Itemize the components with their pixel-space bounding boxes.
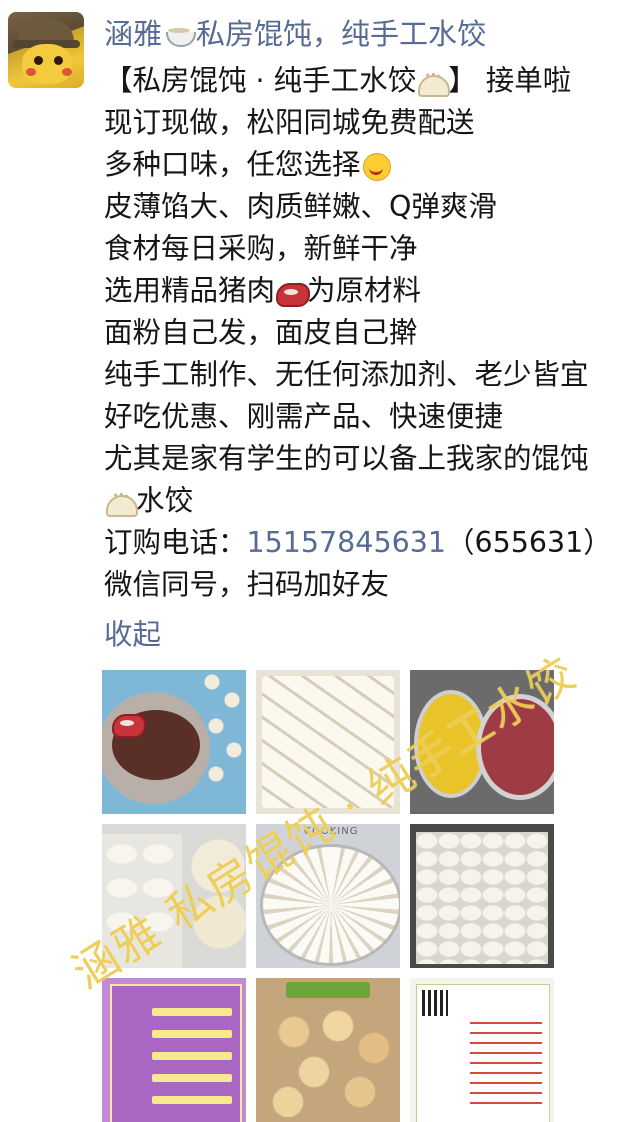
post-line-6-a: 选用精品猪肉 [104, 274, 276, 307]
phone-label: 订购电话： [104, 526, 247, 559]
photo-5-dumpling-plate[interactable]: COOKING [256, 824, 400, 968]
avatar-face [22, 44, 72, 84]
author-avatar[interactable] [8, 12, 84, 88]
qr-code-icon [422, 990, 448, 1016]
photo-7-price-poster[interactable] [102, 978, 246, 1122]
photo-3-mince [476, 694, 554, 800]
post-line-9: 好吃优惠、刚需产品、快速便捷 [104, 400, 504, 433]
bowl-icon [164, 25, 197, 47]
post-line-3-text: 多种口味，任您选择 [104, 148, 361, 181]
post-line-1: 【私房馄饨 · 纯手工水饺】 接单啦 [104, 60, 640, 102]
photo-8-fried-dumplings[interactable] [256, 978, 400, 1122]
author-name-suffix: 私房馄饨，纯手工水饺 [196, 17, 487, 51]
photo-6-dumpling-rows[interactable] [410, 824, 554, 968]
photo-5-plate [260, 844, 400, 966]
avatar-cheek-left [26, 68, 36, 76]
phone-short: （655631） [445, 526, 612, 559]
collapse-link[interactable]: 收起 [104, 614, 161, 656]
yum-smile-icon [362, 153, 392, 181]
photo-1-filling [112, 710, 200, 780]
photo-7-row [152, 1008, 232, 1016]
photo-5-label: COOKING [304, 826, 359, 837]
phone-link[interactable]: 15157845631 [247, 526, 446, 559]
post-line-6-b: 为原材料 [307, 274, 422, 307]
photo-9-price-rows [470, 1022, 542, 1112]
photo-6-tray [416, 832, 548, 964]
post-line-1-a: 【私房馄饨 · 纯手工水饺 [104, 64, 417, 97]
post-line-11: 水饺 [104, 480, 640, 522]
post-line-2: 现订现做，松阳同城免费配送 [104, 106, 475, 139]
photo-8-banner [286, 982, 370, 998]
post-line-7: 面粉自己发，面皮自己擀 [104, 316, 418, 349]
post-line-11-text: 水饺 [136, 484, 194, 517]
author-name-text: 涵雅 [104, 17, 163, 51]
post-line-10: 尤其是家有学生的可以备上我家的馄饨 [104, 442, 589, 475]
post-line-phone: 订购电话：15157845631（655631） [104, 522, 640, 564]
meat-icon [276, 279, 311, 307]
photo-7-row [152, 1096, 232, 1104]
dumpling-icon [417, 69, 451, 97]
post-body: 【私房馄饨 · 纯手工水饺】 接单啦 现订现做，松阳同城免费配送 多种口味，任您… [104, 60, 640, 606]
avatar-cheek-right [62, 68, 72, 76]
photo-4-skins [186, 836, 246, 956]
photo-1-filling-bowl[interactable] [102, 670, 246, 814]
photo-2-tray [262, 676, 394, 808]
post-line-3: 多种口味，任您选择 [104, 144, 640, 186]
post-line-4: 皮薄馅大、肉质鲜嫩、Q弹爽滑 [104, 190, 497, 223]
avatar-eye-right [54, 56, 63, 65]
photo-4-board [102, 834, 182, 968]
dumpling-icon-2 [105, 489, 138, 517]
post-line-8: 纯手工制作、无任何添加剂、老少皆宜 [104, 358, 589, 391]
photo-2-dumpling-tray[interactable] [256, 670, 400, 814]
photo-7-row [152, 1030, 232, 1038]
photo-8-fried [264, 1002, 394, 1120]
photo-7-row [152, 1074, 232, 1082]
photo-1-wontons [202, 670, 246, 814]
post-line-wechat: 微信同号，扫码加好友 [104, 568, 390, 601]
author-name[interactable]: 涵雅 私房馄饨，纯手工水饺 [104, 14, 486, 54]
photo-7-row [152, 1052, 232, 1060]
photo-3-corn-and-mince[interactable] [410, 670, 554, 814]
avatar-eye-left [34, 56, 43, 65]
photo-4-wrappers[interactable] [102, 824, 246, 968]
post-line-6: 选用精品猪肉 为原材料 [104, 270, 640, 312]
post-line-5: 食材每日采购，新鲜干净 [104, 232, 418, 265]
post-line-1-b: 】 接单啦 [448, 64, 572, 97]
photo-9-menu-qr[interactable] [410, 978, 554, 1122]
